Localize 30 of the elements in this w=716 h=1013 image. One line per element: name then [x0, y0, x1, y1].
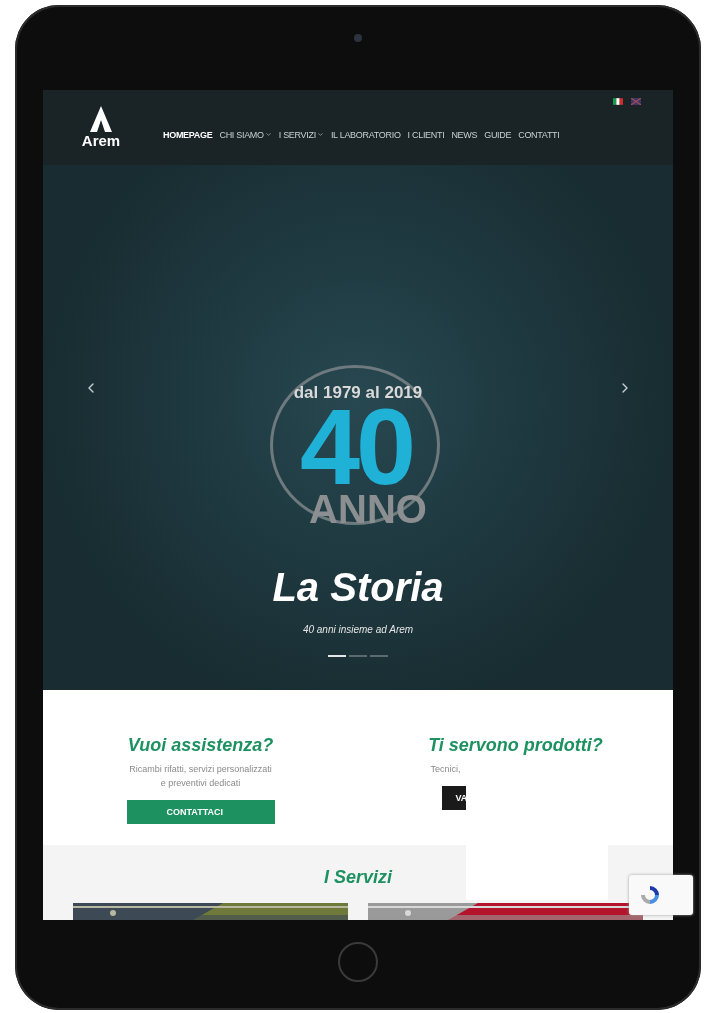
badge-years: dal 1979 al 2019	[293, 383, 423, 403]
menu-item[interactable]: I SERVIZI	[278, 129, 324, 140]
logo-icon	[90, 106, 112, 132]
menu-item[interactable]: CHI SIAMO	[219, 129, 272, 140]
section-description: Ricambi rifatti, servizi personalizzati e preventivi dedicati	[128, 763, 273, 790]
section-heading: Ti servono prodotti?	[428, 735, 603, 756]
british-flag-icon[interactable]	[631, 98, 641, 105]
slide-indicator[interactable]	[328, 655, 346, 657]
menu-item[interactable]: GUIDE	[484, 129, 512, 140]
menu-item[interactable]: IL LABORATORIO	[330, 129, 401, 140]
caret-icon	[264, 131, 272, 138]
cta-button[interactable]: CONTATTACI	[126, 800, 275, 824]
home-button[interactable]	[338, 942, 378, 982]
badge-number: 40	[299, 403, 413, 491]
hero-title: La Storia	[272, 565, 444, 610]
section-heading: Vuoi assistenza?	[127, 735, 274, 756]
slide-indicator[interactable]	[370, 655, 388, 657]
section-heading: I Servizi	[323, 867, 392, 888]
menu-item[interactable]: CONTATTI	[518, 129, 560, 140]
hero-subtitle: 40 anni insieme ad Arem	[302, 624, 414, 635]
recaptcha-icon	[639, 884, 661, 906]
menu-item[interactable]: HOMEPAGE	[163, 129, 213, 140]
menu-item[interactable]: I CLIENTI	[407, 129, 445, 140]
menu-item[interactable]: NEWS	[451, 129, 478, 140]
logo-text: Arem	[81, 132, 121, 149]
slide-indicator[interactable]	[349, 655, 367, 657]
italian-flag-icon[interactable]	[613, 98, 623, 105]
camera-icon	[354, 33, 362, 42]
section-description: Tecnici,	[430, 763, 462, 776]
caret-icon	[316, 131, 324, 138]
